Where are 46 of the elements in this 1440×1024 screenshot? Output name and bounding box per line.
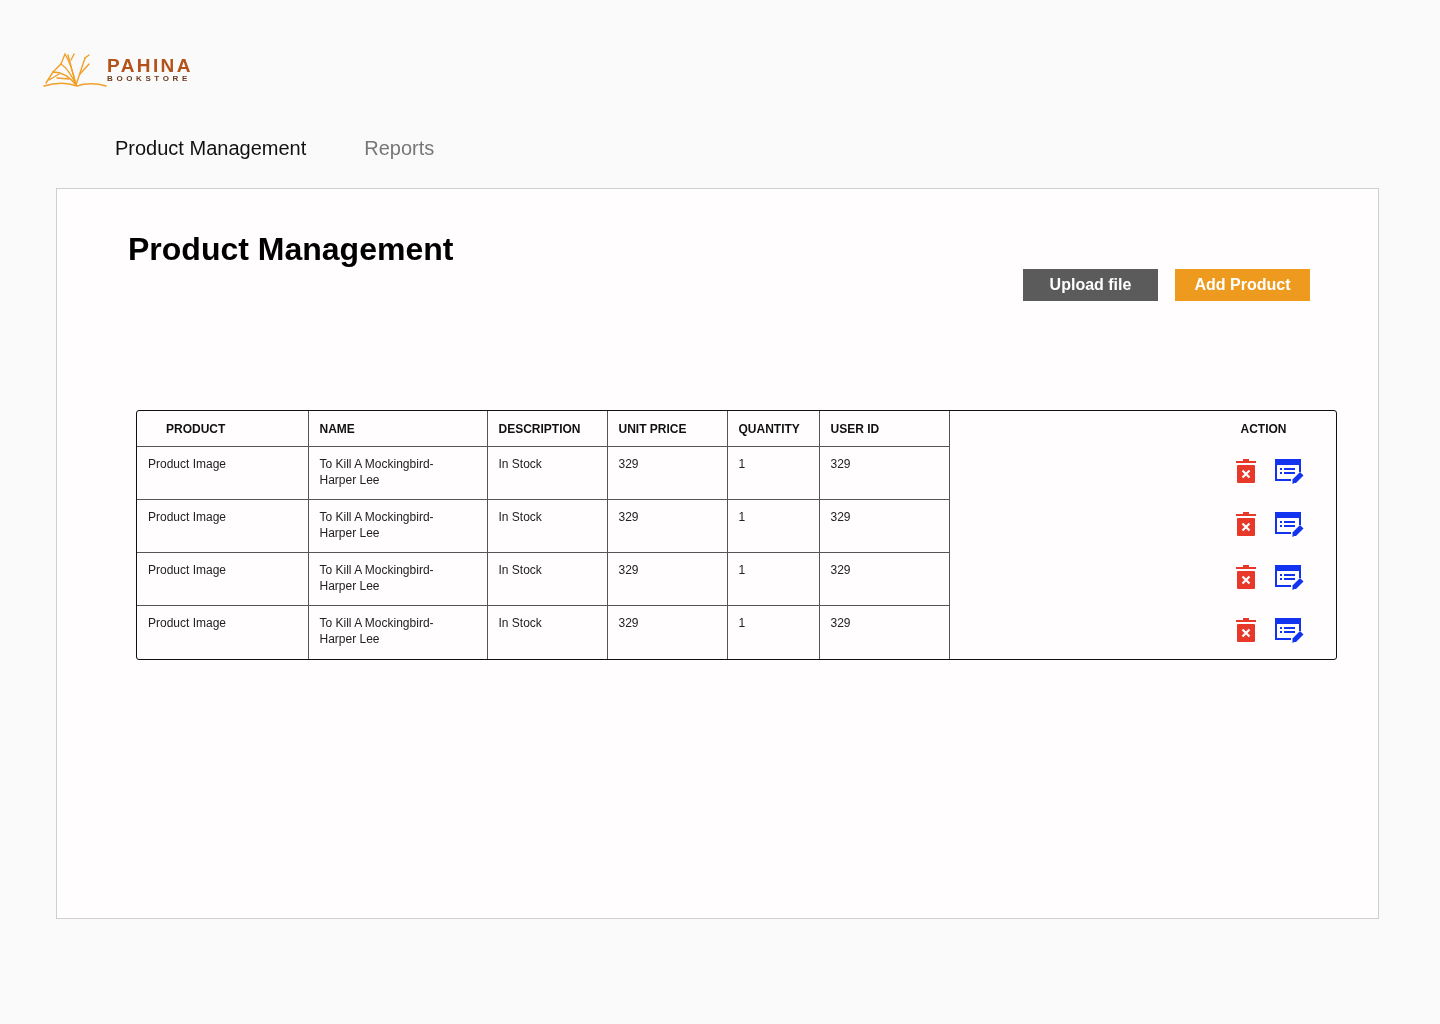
column-header: USER ID bbox=[819, 411, 949, 447]
column-header: NAME bbox=[308, 411, 487, 447]
table-cell: 329 bbox=[607, 446, 727, 500]
page-title: Product Management bbox=[128, 230, 455, 269]
trash-icon[interactable] bbox=[1236, 565, 1256, 590]
table-cell: Product Image bbox=[137, 499, 308, 553]
table-cell: 1 bbox=[727, 446, 819, 500]
table-cell: In Stock bbox=[487, 552, 607, 606]
list-edit-icon[interactable] bbox=[1275, 458, 1304, 484]
table-cell: 329 bbox=[819, 499, 949, 553]
table-cell: Product Image bbox=[137, 605, 308, 659]
logo-name: PAHINA bbox=[107, 57, 193, 74]
table-cell: 329 bbox=[607, 499, 727, 553]
upload-button[interactable]: Upload file bbox=[1023, 269, 1158, 301]
list-edit-icon[interactable] bbox=[1275, 617, 1304, 643]
column-header: ACTION bbox=[949, 411, 1336, 447]
trash-icon[interactable] bbox=[1236, 459, 1256, 484]
table-cell: 329 bbox=[607, 552, 727, 606]
list-edit-icon[interactable] bbox=[1275, 511, 1304, 537]
table-cell: 1 bbox=[727, 499, 819, 553]
table-cell: To Kill A Mockingbird-Harper Lee bbox=[308, 499, 487, 553]
table-cell: Product Image bbox=[137, 552, 308, 606]
list-edit-icon[interactable] bbox=[1275, 564, 1304, 590]
nav-tab[interactable]: Reports bbox=[364, 136, 435, 160]
trash-icon[interactable] bbox=[1236, 512, 1256, 537]
table-cell: In Stock bbox=[487, 605, 607, 659]
column-header: QUANTITY bbox=[727, 411, 819, 447]
logo-tagline: BOOKSTORE bbox=[107, 74, 192, 83]
column-header: PRODUCT bbox=[137, 411, 308, 447]
table-cell: In Stock bbox=[487, 446, 607, 500]
open-book-icon bbox=[43, 52, 107, 88]
table-cell: To Kill A Mockingbird-Harper Lee bbox=[308, 605, 487, 659]
table-cell: In Stock bbox=[487, 499, 607, 553]
table-cell: 329 bbox=[819, 446, 949, 500]
table-cell: 329 bbox=[819, 552, 949, 606]
table-cell: To Kill A Mockingbird-Harper Lee bbox=[308, 552, 487, 606]
table-cell: Product Image bbox=[137, 446, 308, 500]
nav-tab[interactable]: Product Management bbox=[115, 136, 307, 160]
table-cell: 1 bbox=[727, 605, 819, 659]
table-cell: 1 bbox=[727, 552, 819, 606]
column-header: UNIT PRICE bbox=[607, 411, 727, 447]
table-cell: 329 bbox=[607, 605, 727, 659]
table-cell: To Kill A Mockingbird-Harper Lee bbox=[308, 446, 487, 500]
table-cell: 329 bbox=[819, 605, 949, 659]
trash-icon[interactable] bbox=[1236, 618, 1256, 643]
column-header: DESCRIPTION bbox=[487, 411, 607, 447]
